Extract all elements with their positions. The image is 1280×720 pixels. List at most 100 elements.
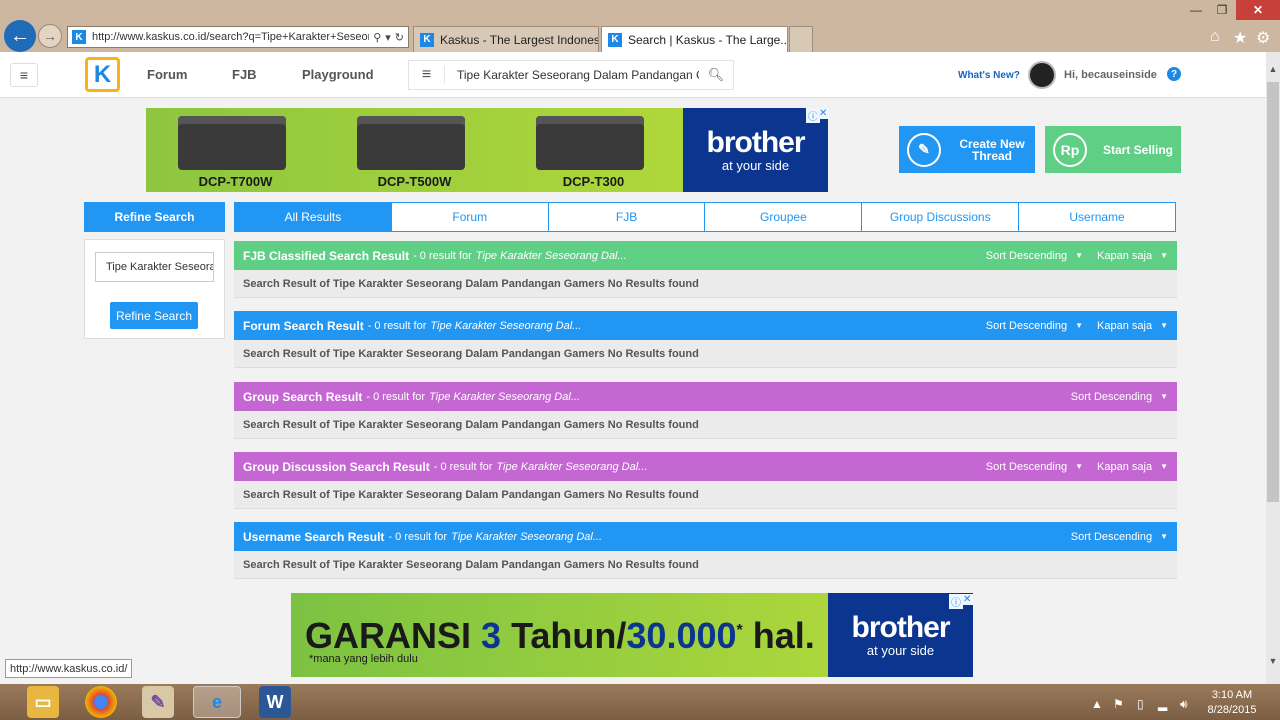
network-icon[interactable]: ▂ [1158,697,1167,711]
time-filter-dropdown[interactable]: Kapan saja ▼ [1097,250,1168,262]
refine-search-input[interactable]: Tipe Karakter Seseorang [95,252,214,282]
section-header: Group Discussion Search Result - 0 resul… [234,452,1177,481]
result-query: Tipe Karakter Seseorang Dal... [430,319,582,332]
result-count: - 0 result for [366,390,426,403]
section-body: Search Result of Tipe Karakter Seseorang… [234,411,1177,439]
paint-icon[interactable]: ✎ [142,686,174,718]
printer-image: DCP-T300 [504,108,683,192]
section-title: FJB Classified Search Result [243,248,410,263]
kaskus-favicon-icon: K [420,32,434,47]
user-greeting[interactable]: Hi, becauseinside [1064,69,1157,81]
printer-model-label: DCP-T500W [377,174,452,189]
printer-model-label: DCP-T700W [198,174,273,189]
start-selling-button[interactable]: Rp Start Selling [1045,126,1181,173]
create-new-thread-button[interactable]: ✎ Create New Thread [899,126,1035,173]
printer-image: DCP-T700W [146,108,325,192]
tab-all-results[interactable]: All Results [234,202,392,232]
sort-dropdown[interactable]: Sort Descending ▼ [986,461,1083,473]
tab-forum[interactable]: Forum [391,202,549,232]
file-explorer-icon[interactable]: ▭ [27,686,59,718]
tab-group-discussions[interactable]: Group Discussions [862,202,1020,232]
sort-dropdown[interactable]: Sort Descending ▼ [1071,391,1168,403]
warranty-note: *mana yang lebih dulu [309,653,418,665]
whats-new-link[interactable]: What's New? [958,70,1020,81]
section-header: Username Search Result - 0 result for Ti… [234,522,1177,551]
time-filter-dropdown[interactable]: Kapan saja ▼ [1097,320,1168,332]
clock-date: 8/28/2015 [1207,704,1257,716]
section-header: Group Search Result - 0 result for Tipe … [234,382,1177,411]
back-button[interactable]: ← [4,20,36,52]
sort-dropdown[interactable]: Sort Descending ▼ [986,250,1083,262]
brother-warranty-ad-banner[interactable]: GARANSI 3 Tahun/30.000* hal. *mana yang … [291,593,973,677]
forum-result-section: Forum Search Result - 0 result for Tipe … [234,311,1177,368]
caret-down-icon: ▼ [1160,251,1168,260]
kaskus-logo[interactable]: K [85,57,120,92]
clock-time: 3:10 AM [1211,689,1253,701]
caret-down-icon: ▼ [1160,532,1168,541]
time-filter-dropdown[interactable]: Kapan saja ▼ [1097,461,1168,473]
nav-fjb[interactable]: FJB [232,67,257,82]
window-close-button[interactable]: ✕ [1236,0,1280,20]
refine-search-button[interactable]: Refine Search [110,302,198,329]
volume-icon[interactable]: 🔊︎ [1180,697,1188,712]
group-result-section: Group Search Result - 0 result for Tipe … [234,382,1177,439]
brand-tagline: at your side [866,642,935,658]
result-query: Tipe Karakter Seseorang Dal... [451,530,603,543]
browser-tab-kaskus-home[interactable]: K Kaskus - The Largest Indonesia... [413,26,599,52]
battery-icon[interactable]: ▯ [1137,697,1144,711]
settings-gear-icon[interactable]: ⚙ [1256,28,1270,48]
result-query: Tipe Karakter Seseorang Dal... [496,460,648,473]
avatar[interactable] [1028,61,1056,89]
site-search-input[interactable]: Tipe Karakter Seseorang Dalam Pandangan … [445,68,699,82]
window-maximize-button[interactable]: ❐ [1209,0,1235,20]
scrollbar-thumb[interactable] [1267,82,1279,502]
word-icon[interactable]: W [259,686,291,718]
result-count: - 0 result for [413,249,472,262]
create-label-line2: Thread [971,148,1012,163]
sort-dropdown[interactable]: Sort Descending ▼ [986,320,1083,332]
favorites-star-icon[interactable]: ★ [1233,28,1247,48]
result-tabs: All Results Forum FJB Groupee Group Disc… [234,202,1176,232]
tab-fjb[interactable]: FJB [548,202,706,232]
scroll-up-arrow-icon[interactable]: ▲ [1266,64,1280,74]
start-selling-label: Start Selling [1102,142,1173,157]
ad-close-icon[interactable]: ✕ [817,108,830,119]
help-icon[interactable]: ? [1167,67,1181,81]
chrome-icon[interactable] [85,686,117,718]
section-title: Username Search Result [243,529,385,544]
nav-playground[interactable]: Playground [302,67,374,82]
windows-taskbar [0,684,1280,720]
window-minimize-button[interactable]: — [1183,0,1209,20]
tab-groupee[interactable]: Groupee [705,202,863,232]
new-tab-button[interactable] [789,26,813,52]
nav-forum[interactable]: Forum [147,67,187,82]
home-icon[interactable]: ⌂ [1210,28,1220,46]
hamburger-menu-button[interactable]: ≡ [10,63,38,87]
section-title: Forum Search Result [243,318,364,333]
forward-button[interactable]: → [38,24,62,48]
search-icon[interactable]: 🔍︎ [699,67,733,83]
tab-label: Search | Kaskus - The Large... [628,32,788,47]
sort-dropdown[interactable]: Sort Descending ▼ [1071,531,1168,543]
scroll-down-arrow-icon[interactable]: ▼ [1266,656,1280,666]
dropdown-icon[interactable]: ▾ [385,31,391,44]
section-body: Search Result of Tipe Karakter Seseorang… [234,340,1177,368]
ad-close-icon[interactable]: ✕ [961,594,974,605]
printer-model-label: DCP-T300 [562,174,625,189]
section-title: Group Search Result [243,389,363,404]
browser-tab-search[interactable]: K Search | Kaskus - The Large... ✕ [601,26,788,52]
tab-label: Kaskus - The Largest Indonesia... [440,32,598,47]
internet-explorer-icon[interactable]: e [193,686,241,718]
tray-expand-icon[interactable]: ▲ [1091,697,1103,711]
section-body: Search Result of Tipe Karakter Seseorang… [234,481,1177,509]
taskbar-clock[interactable]: 3:10 AM 8/28/2015 [1200,688,1264,718]
brother-printer-ad-banner[interactable]: DCP-T700W DCP-T500W DCP-T300 brother at … [146,108,828,192]
caret-down-icon: ▼ [1160,462,1168,471]
refresh-icon[interactable]: ↻ [395,31,404,44]
action-center-flag-icon[interactable]: ⚑ [1113,697,1124,711]
address-bar[interactable]: K http://www.kaskus.co.id/search?q=Tipe+… [67,26,409,48]
result-query: Tipe Karakter Seseorang Dal... [429,390,580,403]
tab-username[interactable]: Username [1019,202,1176,232]
search-category-menu-icon[interactable]: ≡ [409,66,445,84]
search-icon[interactable]: ⚲ [373,31,381,44]
